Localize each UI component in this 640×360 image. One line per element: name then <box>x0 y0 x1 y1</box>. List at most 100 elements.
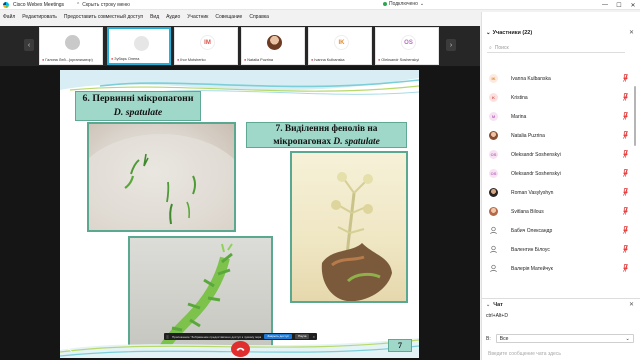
participant-list-scrollbar[interactable] <box>634 56 637 296</box>
participant-row[interactable]: OS Oleksandr Soshenskyi <box>482 145 634 164</box>
avatar <box>489 207 498 216</box>
close-icon[interactable]: ✕ <box>626 0 640 10</box>
participant-row[interactable]: K Kristina <box>482 88 634 107</box>
connection-status[interactable]: Подключено ⌄ <box>383 1 424 7</box>
participant-row[interactable]: Валентин Білоус <box>482 240 634 259</box>
mic-muted-icon[interactable] <box>623 93 628 101</box>
chat-recipient-row: В: Все ⌄ <box>486 334 634 343</box>
participant-row[interactable]: Бабич Олександр <box>482 221 634 240</box>
connection-status-label: Подключено <box>389 1 418 7</box>
menu-bar: Файл Редактировать Предоставить совместн… <box>0 12 480 22</box>
participants-header[interactable]: ⌄ Участники (22) <box>486 30 532 36</box>
mic-muted-icon[interactable] <box>623 188 628 196</box>
menu-participant[interactable]: Участник <box>187 14 208 20</box>
chat-recipient-value: Все <box>499 335 509 342</box>
webex-logo-icon <box>3 1 9 8</box>
slide-page-number: 7 <box>388 339 412 352</box>
menu-edit[interactable]: Редактировать <box>22 14 57 20</box>
hide-menu-button[interactable]: ⌃ Скрыть строку меню <box>76 2 130 8</box>
participant-row[interactable]: M Marina <box>482 107 634 126</box>
tile-name-row: ● Ivanna Kulbanska <box>311 58 371 62</box>
scroll-thumb[interactable] <box>634 86 636 146</box>
close-icon[interactable]: ✕ <box>629 301 634 308</box>
mic-muted-icon[interactable] <box>623 169 628 177</box>
tile-name: Oleksandr Soshenskyi <box>381 58 420 62</box>
avatar: IK <box>334 35 349 50</box>
menu-file[interactable]: Файл <box>3 14 15 20</box>
participant-row[interactable]: OS Oleksandr Soshenskyi <box>482 164 634 183</box>
slide-heading-2-line1: 7. Виділення фенолів на <box>275 124 378 134</box>
mic-muted-icon[interactable] <box>623 112 628 120</box>
user-icon <box>489 226 498 235</box>
presentation-slide: 6. Первинні мікропагони D. spatulate 7. … <box>60 70 419 358</box>
menu-share[interactable]: Предоставить совместный доступ <box>64 14 143 20</box>
participant-search-input[interactable]: ⌕ Поиск <box>487 43 625 53</box>
mic-muted-icon[interactable] <box>623 207 628 215</box>
avatar <box>489 131 498 140</box>
strip-next-button[interactable]: › <box>446 39 456 51</box>
menu-help[interactable]: Справка <box>249 14 269 20</box>
strip-prev-button[interactable]: ‹ <box>24 39 34 51</box>
sharing-notification-bar: ⓘ Приложение "Зображение предоставлено д… <box>164 333 317 340</box>
user-icon <box>489 264 498 273</box>
mouse-cursor-icon: ↖ <box>67 347 73 354</box>
participant-row[interactable]: IK Ivanna Kulbanska <box>482 69 634 88</box>
mic-muted-icon[interactable] <box>623 226 628 234</box>
video-tile[interactable]: OS ● Oleksandr Soshenskyi <box>375 27 439 65</box>
minimize-icon[interactable]: — <box>598 0 612 10</box>
chat-message-input[interactable]: Введите сообщение чата здесь <box>486 348 631 360</box>
chevron-down-icon: ⌄ <box>486 30 491 36</box>
mic-muted-icon[interactable] <box>623 131 628 139</box>
menu-audio[interactable]: Аудио <box>166 14 180 20</box>
participant-row[interactable]: Svitlana Bilous <box>482 202 634 221</box>
participants-title: Участники (22) <box>492 30 533 36</box>
mic-muted-icon: ● <box>177 58 180 62</box>
chevron-down-icon: ⌄ <box>486 302 491 308</box>
chat-recipient-select[interactable]: Все ⌄ <box>495 334 634 343</box>
maximize-icon[interactable]: ☐ <box>612 0 626 10</box>
slide-heading-1: 6. Первинні мікропагони D. spatulate <box>75 91 201 121</box>
tile-name: Ihor Motsherko <box>180 58 206 62</box>
chat-title: Чат <box>493 302 503 308</box>
video-tile[interactable]: ● Зубарь Олена <box>107 27 171 65</box>
mic-muted-icon[interactable] <box>623 245 628 253</box>
tile-name: Natalia Puzrina <box>247 58 274 62</box>
end-meeting-button[interactable] <box>231 341 250 357</box>
participant-name: Svitlana Bilous <box>511 209 544 215</box>
close-icon[interactable]: ✕ <box>629 29 634 36</box>
avatar <box>134 36 149 51</box>
video-tile[interactable]: ● Natalia Puzrina <box>241 27 305 65</box>
participant-name: Natalia Puzrina <box>511 133 545 139</box>
menu-view[interactable]: Вид <box>150 14 159 20</box>
avatar: M <box>489 112 498 121</box>
participant-name: Roman Vasylyshyn <box>511 190 554 196</box>
tile-name-row: ● Oleksandr Soshenskyi <box>378 58 438 62</box>
stop-sharing-button[interactable]: Закрыть доступ <box>264 334 293 339</box>
menu-meeting[interactable]: Совещание <box>215 14 242 20</box>
avatar: OS <box>489 150 498 159</box>
sharing-message: Приложение "Зображение предоставлено дос… <box>172 334 262 339</box>
mic-muted-icon[interactable] <box>623 264 628 272</box>
participant-row[interactable]: Валерія Матейчук <box>482 259 634 278</box>
video-tile[interactable]: IK ● Ivanna Kulbanska <box>308 27 372 65</box>
tile-name: Ivanna Kulbanska <box>314 58 345 62</box>
participant-row[interactable]: Natalia Puzrina <box>482 126 634 145</box>
chevron-up-icon: ⌃ <box>76 1 81 8</box>
video-tile[interactable]: ● Галина Лей...(организатор) <box>39 27 103 65</box>
chat-header[interactable]: ⌄ Чат <box>486 302 503 308</box>
hang-up-icon <box>236 347 245 351</box>
video-strip: ‹ ● Галина Лей...(организатор) ● Зубарь … <box>0 26 480 66</box>
pause-sharing-button[interactable]: Пауза <box>295 334 310 339</box>
mic-muted-icon: ● <box>42 58 45 62</box>
close-icon[interactable]: ✕ <box>312 335 315 339</box>
chevron-left-icon: ‹ <box>27 41 31 49</box>
photo-phenol-shoots <box>290 151 408 303</box>
mic-muted-icon[interactable] <box>623 150 628 158</box>
user-icon <box>489 245 498 254</box>
video-tile[interactable]: IM ● Ihor Motsherko <box>174 27 238 65</box>
slide-heading-2-species: D. spatulate <box>333 136 380 147</box>
tile-name: Зубарь Олена <box>114 57 140 61</box>
participant-row[interactable]: Roman Vasylyshyn <box>482 183 634 202</box>
window-controls: — ☐ ✕ <box>598 0 640 10</box>
mic-muted-icon[interactable] <box>623 74 628 82</box>
